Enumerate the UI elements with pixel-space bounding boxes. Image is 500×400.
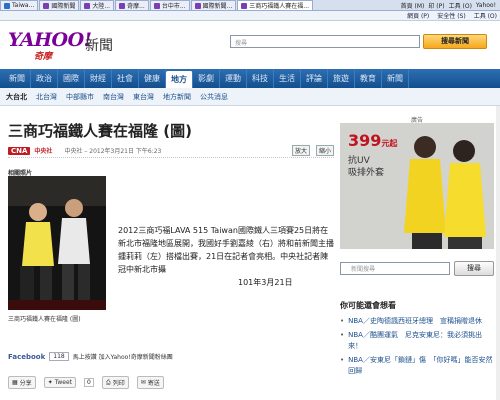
facebook-join-text[interactable]: 馬上按讚 加入Yahoo!奇摩新聞粉絲團 xyxy=(73,352,173,361)
nav-item[interactable]: 運動 xyxy=(220,69,247,88)
facebook-label[interactable]: Facebook xyxy=(8,353,45,361)
print-button[interactable]: ⎙ 列印 xyxy=(101,376,129,389)
ad-banner[interactable]: 399元起 抗UV 吸排外套 xyxy=(340,123,494,249)
related-item[interactable]: • NBA／史陶德諷西班牙總理 宣稱捐贈退休 xyxy=(340,316,494,327)
page-icon xyxy=(4,2,10,9)
email-button[interactable]: ✉ 寄送 xyxy=(136,376,164,389)
twitter-icon: ✦ xyxy=(47,379,53,386)
nav-item[interactable]: 財經 xyxy=(85,69,112,88)
browser-command-bar: 首頁 (M) 印 (P) 工具 (O) Yahoo! xyxy=(401,1,500,10)
category-nav: 新聞 政治 國際 財經 社會 健康 地方 影劇 運動 科技 生活 評論 旅遊 教… xyxy=(0,69,500,88)
nav-item[interactable]: 社會 xyxy=(112,69,139,88)
tweet-button[interactable]: ✦ Tweet xyxy=(43,377,77,388)
page-icon xyxy=(43,2,50,9)
share-toolbar: ▦ 分享 ✦ Tweet 0 ⎙ 列印 ✉ 寄送 xyxy=(8,376,164,389)
article-title: 三商巧福鐵人賽在福隆 (圖) xyxy=(8,122,192,140)
page-menu[interactable]: 網頁 (P) xyxy=(407,11,429,20)
cna-logo: CNA xyxy=(8,146,31,155)
email-icon: ✉ xyxy=(140,379,146,386)
article-paragraph: 2012三商巧福LAVA 515 Taiwan國際鐵人三項賽25日將在新北市福隆… xyxy=(118,226,334,274)
sub-nav: 大台北 北台灣 中部縣市 南台灣 東台灣 地方新聞 公共消息 xyxy=(0,88,500,106)
browser-tab[interactable]: 台中市... xyxy=(149,0,190,10)
page-icon xyxy=(119,2,126,9)
nav-item[interactable]: 生活 xyxy=(274,69,301,88)
tweet-count: 0 xyxy=(84,378,94,387)
page-icon xyxy=(153,2,160,9)
source-name: 中央社 xyxy=(34,148,53,155)
section-name[interactable]: 新聞 xyxy=(85,35,113,55)
related-heading: 你可能還會想看 xyxy=(340,301,396,310)
article-body: 2012三商巧福LAVA 515 Taiwan國際鐵人三項賽25日將在新北市福隆… xyxy=(118,224,334,289)
share-icon: ▦ xyxy=(12,379,18,386)
browser-toolbar: 網頁 (P) 安全性 (S) 工具 (O) xyxy=(0,11,500,21)
browser-tab[interactable]: 大陸... xyxy=(80,0,115,10)
facebook-count: 118 xyxy=(49,352,69,361)
browser-tab-strip: Taiwa... 國際新聞 大陸... 奇摩... 台中市... 國際新聞...… xyxy=(0,0,500,11)
subnav-item[interactable]: 東台灣 xyxy=(133,92,154,102)
yahoo-logo-sub: 奇摩 xyxy=(34,52,53,62)
nav-item-active[interactable]: 地方 xyxy=(166,71,193,88)
nav-item[interactable]: 新聞 xyxy=(4,69,31,88)
browser-tab[interactable]: 奇摩... xyxy=(115,0,149,10)
sidebar-search-button[interactable]: 搜尋 xyxy=(454,261,494,276)
nav-item[interactable]: 國際 xyxy=(58,69,85,88)
browser-tab[interactable]: 國際新聞 xyxy=(39,0,80,10)
nav-item[interactable]: 健康 xyxy=(139,69,166,88)
photo-caption[interactable]: 三商巧福鐵人賽在福隆 (圖) xyxy=(8,314,81,323)
byline-text: 中央社 – 2012年3月21日 下午6:23 xyxy=(64,148,162,155)
bullet-icon: • xyxy=(340,356,345,364)
print-icon: ⎙ xyxy=(105,378,111,386)
site-header: YAHOO! 奇摩 新聞 搜尋 搜尋新聞 xyxy=(0,21,500,69)
related-item[interactable]: • NBA／酷團運氣 尼克安東尼：我必須挑出來！ xyxy=(340,330,494,352)
bullet-icon: • xyxy=(340,317,345,325)
ad-tagline-2: 吸排外套 xyxy=(348,168,385,178)
share-button[interactable]: ▦ 分享 xyxy=(8,376,36,389)
zoom-in-button[interactable]: 放大 xyxy=(291,145,310,156)
browser-tab[interactable]: Taiwa... xyxy=(0,0,39,10)
zoom-out-button[interactable]: 縮小 xyxy=(315,145,334,156)
nav-item[interactable]: 評論 xyxy=(301,69,328,88)
search-input[interactable]: 搜尋 xyxy=(230,35,420,48)
nav-item[interactable]: 新聞 xyxy=(382,69,409,88)
related-item[interactable]: • NBA／安東尼「鎖鏈」傷 「你好嗎」能否安然回歸 xyxy=(340,355,494,377)
bullet-icon: • xyxy=(340,331,345,339)
nav-item[interactable]: 影劇 xyxy=(193,69,220,88)
nav-item[interactable]: 旅遊 xyxy=(328,69,355,88)
subnav-item[interactable]: 南台灣 xyxy=(103,92,124,102)
nav-item[interactable]: 科技 xyxy=(247,69,274,88)
browser-tab-active[interactable]: 三商巧福鐵人賽在福... xyxy=(237,0,314,10)
yahoo-menu[interactable]: Yahoo! xyxy=(476,2,496,9)
subnav-item[interactable]: 北台灣 xyxy=(36,92,57,102)
subnav-item[interactable]: 地方新聞 xyxy=(163,92,191,102)
ad-price: 399元起 xyxy=(348,131,398,150)
nav-item[interactable]: 教育 xyxy=(355,69,382,88)
home-menu[interactable]: 首頁 (M) xyxy=(401,1,425,10)
page-icon xyxy=(241,2,248,9)
browser-tab[interactable]: 國際新聞... xyxy=(190,0,237,10)
subnav-item[interactable]: 公共消息 xyxy=(200,92,228,102)
page-icon xyxy=(84,2,91,9)
tools-menu[interactable]: 工具 (O) xyxy=(449,1,472,10)
subnav-item[interactable]: 大台北 xyxy=(6,92,27,102)
tools-menu-2[interactable]: 工具 (O) xyxy=(474,11,497,20)
article-byline: CNA 中央社 中央社 – 2012年3月21日 下午6:23 放大 縮小 xyxy=(8,144,334,158)
subnav-item[interactable]: 中部縣市 xyxy=(66,92,94,102)
facebook-like-row: Facebook 118 馬上按讚 加入Yahoo!奇摩新聞粉絲團 xyxy=(8,352,173,361)
sidebar-search-input[interactable]: 新聞搜尋 xyxy=(340,262,450,275)
safety-menu[interactable]: 安全性 (S) xyxy=(437,11,465,20)
related-list: • NBA／史陶德諷西班牙總理 宣稱捐贈退休 • NBA／酷團運氣 尼克安東尼：我必… xyxy=(340,316,494,380)
nav-item[interactable]: 政治 xyxy=(31,69,58,88)
yahoo-logo[interactable]: YAHOO! xyxy=(8,29,92,51)
print-menu[interactable]: 印 (P) xyxy=(428,1,444,10)
page-scrollbar[interactable] xyxy=(496,106,500,400)
article-photo[interactable] xyxy=(8,176,106,310)
search-news-button[interactable]: 搜尋新聞 xyxy=(423,34,487,49)
page-icon xyxy=(194,2,201,9)
article-dateline: 101年3月21日 xyxy=(238,278,293,287)
